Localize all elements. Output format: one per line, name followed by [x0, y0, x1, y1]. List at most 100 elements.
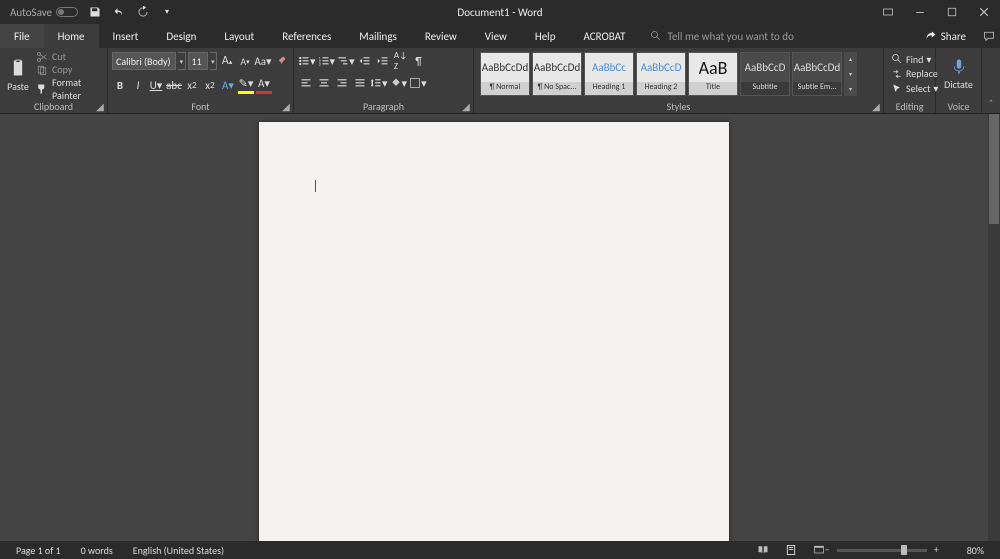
search-icon — [650, 30, 662, 42]
style-subtitle[interactable]: AaBbCcDSubtitle — [740, 52, 790, 96]
ribbon-options-icon[interactable] — [872, 0, 904, 24]
highlight-button[interactable]: ✎▾ — [238, 76, 254, 94]
page-1[interactable] — [259, 122, 729, 541]
replace-icon — [891, 68, 903, 80]
group-label-styles: Styles — [474, 99, 883, 113]
align-right-button[interactable] — [334, 74, 350, 92]
paste-button[interactable]: Paste — [4, 50, 32, 100]
line-spacing-button[interactable]: ▾ — [370, 74, 388, 92]
font-name-combo[interactable]: Calibri (Body) — [112, 52, 176, 70]
maximize-icon[interactable] — [936, 0, 968, 24]
autosave-label: AutoSave — [10, 6, 52, 19]
increase-indent-button[interactable] — [375, 52, 391, 70]
italic-button[interactable]: I — [130, 76, 146, 94]
tell-me-search[interactable]: Tell me what you want to do — [640, 24, 913, 48]
tab-view[interactable]: View — [471, 24, 521, 48]
group-label-editing: Editing — [884, 99, 935, 113]
autosave-toggle[interactable]: AutoSave — [6, 6, 82, 19]
tab-review[interactable]: Review — [411, 24, 471, 48]
tab-acrobat[interactable]: ACROBAT — [570, 24, 640, 48]
style--normal[interactable]: AaBbCcDd¶ Normal — [480, 52, 530, 96]
tab-home[interactable]: Home — [44, 24, 99, 48]
style-preview: AaB — [699, 53, 728, 82]
style-subtle-em-[interactable]: AaBbCcDdSubtle Em... — [792, 52, 842, 96]
style--no-spac-[interactable]: AaBbCcDd¶ No Spac... — [532, 52, 582, 96]
paragraph-dialog-launcher[interactable]: ◢ — [461, 101, 471, 111]
tab-mailings[interactable]: Mailings — [345, 24, 411, 48]
change-case-button[interactable]: Aa▾ — [255, 52, 271, 70]
styles-dialog-launcher[interactable]: ◢ — [871, 101, 881, 111]
grow-font-button[interactable]: A▴ — [219, 52, 235, 70]
text-effects-button[interactable]: A▾ — [220, 76, 236, 94]
underline-button[interactable]: U▾ — [148, 76, 164, 94]
status-words[interactable]: 0 words — [71, 544, 123, 557]
font-size-dropdown[interactable] — [210, 52, 217, 70]
read-mode-button[interactable] — [753, 543, 773, 557]
print-layout-button[interactable] — [781, 543, 801, 557]
font-color-button[interactable]: A▾ — [256, 76, 272, 94]
sort-button[interactable]: A↓Z — [393, 52, 409, 70]
decrease-indent-button[interactable] — [357, 52, 373, 70]
align-center-button[interactable] — [316, 74, 332, 92]
status-page[interactable]: Page 1 of 1 — [6, 544, 71, 557]
comments-icon[interactable] — [978, 24, 1000, 48]
find-icon — [891, 53, 903, 65]
align-left-button[interactable] — [298, 74, 314, 92]
tell-me-placeholder: Tell me what you want to do — [668, 30, 794, 43]
bullets-button[interactable]: ▾ — [298, 52, 316, 70]
clipboard-dialog-launcher[interactable]: ◢ — [95, 101, 105, 111]
dictate-button[interactable]: Dictate — [940, 50, 977, 98]
styles-more-button[interactable]: ▴▾▾ — [844, 52, 857, 96]
replace-button[interactable]: Replace — [891, 67, 928, 80]
close-icon[interactable] — [968, 0, 1000, 24]
zoom-level[interactable]: 80% — [957, 544, 994, 557]
zoom-thumb[interactable] — [901, 545, 907, 555]
tab-design[interactable]: Design — [152, 24, 210, 48]
style-heading-2[interactable]: AaBbCcDHeading 2 — [636, 52, 686, 96]
share-icon — [925, 30, 937, 42]
shrink-font-button[interactable]: A▾ — [237, 52, 253, 70]
borders-button[interactable]: ▾ — [409, 74, 427, 92]
redo-icon[interactable] — [132, 0, 154, 24]
share-button[interactable]: Share — [913, 24, 978, 48]
find-button[interactable]: Find▾ — [891, 53, 928, 66]
qat-more-icon[interactable]: ▾ — [156, 0, 178, 24]
strike-button[interactable]: abc — [166, 76, 182, 94]
style-preview: AaBbCcD — [745, 53, 786, 82]
numbering-button[interactable]: 123▾ — [318, 52, 336, 70]
minimize-icon[interactable] — [904, 0, 936, 24]
scroll-thumb[interactable] — [989, 114, 999, 224]
tab-references[interactable]: References — [268, 24, 345, 48]
multilevel-button[interactable]: ▾ — [337, 52, 355, 70]
clear-format-button[interactable] — [273, 52, 289, 70]
group-label-clipboard: Clipboard — [0, 99, 107, 113]
save-icon[interactable] — [84, 0, 106, 24]
select-button[interactable]: Select▾ — [891, 82, 928, 95]
undo-icon[interactable] — [108, 0, 130, 24]
tab-help[interactable]: Help — [521, 24, 570, 48]
document-area[interactable] — [0, 114, 988, 541]
font-name-dropdown[interactable] — [178, 52, 185, 70]
style-heading-1[interactable]: AaBbCcHeading 1 — [584, 52, 634, 96]
tab-insert[interactable]: Insert — [99, 24, 153, 48]
subscript-button[interactable]: x2 — [184, 76, 200, 94]
zoom-slider[interactable] — [837, 549, 927, 552]
status-language[interactable]: English (United States) — [123, 544, 234, 557]
tab-file[interactable]: File — [0, 24, 44, 48]
group-label-font: Font — [108, 99, 293, 113]
bold-button[interactable]: B — [112, 76, 128, 94]
show-marks-button[interactable]: ¶ — [411, 52, 427, 70]
style-title[interactable]: AaBTitle — [688, 52, 738, 96]
vertical-scrollbar[interactable] — [988, 114, 1000, 541]
font-size-combo[interactable]: 11 — [188, 52, 208, 70]
justify-button[interactable] — [352, 74, 368, 92]
cut-button[interactable]: Cut — [36, 50, 103, 63]
superscript-button[interactable]: x2 — [202, 76, 218, 94]
clipboard-icon — [8, 58, 28, 78]
font-dialog-launcher[interactable]: ◢ — [281, 101, 291, 111]
tab-layout[interactable]: Layout — [210, 24, 268, 48]
style-name: Subtitle — [741, 82, 789, 95]
collapse-ribbon-button[interactable]: ˆ — [982, 48, 1000, 113]
copy-button[interactable]: Copy — [36, 63, 103, 76]
shading-button[interactable]: ▾ — [390, 74, 408, 92]
